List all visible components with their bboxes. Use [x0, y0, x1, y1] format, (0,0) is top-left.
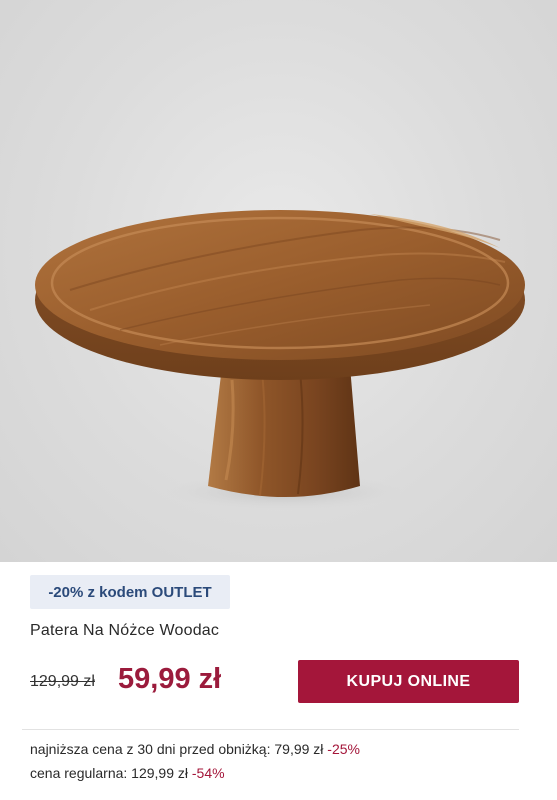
product-image[interactable] [0, 0, 557, 562]
product-name[interactable]: Patera Na Nóżce Woodac [30, 622, 219, 640]
current-price: 59,99 zł [118, 663, 222, 695]
promo-badge: -20% z kodem OUTLET [30, 575, 230, 609]
lowest-price-label: najniższa cena z 30 dni przed obniżką: 7… [30, 741, 324, 757]
buy-online-button[interactable]: KUPUJ ONLINE [298, 660, 519, 703]
regular-price-info: cena regularna: 129,99 zł -54% [30, 765, 225, 781]
old-price: 129,99 zł [30, 673, 95, 690]
regular-price-label: cena regularna: 129,99 zł [30, 765, 188, 781]
cake-stand-illustration [35, 210, 525, 510]
lowest-price-discount: -25% [327, 741, 360, 757]
divider [22, 729, 519, 730]
regular-price-discount: -54% [191, 765, 225, 781]
lowest-price-info: najniższa cena z 30 dni przed obniżką: 7… [30, 741, 360, 757]
